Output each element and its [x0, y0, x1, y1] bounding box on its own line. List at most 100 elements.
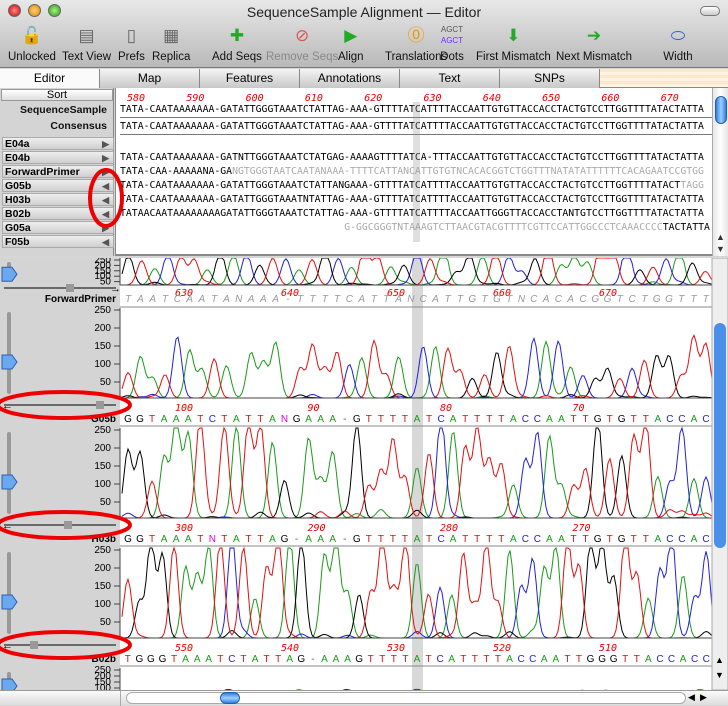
scroll-down-arrow[interactable]: ▼	[716, 244, 725, 254]
triangle-left-icon[interactable]: ◀	[102, 236, 109, 248]
slider-knob[interactable]	[2, 595, 17, 609]
scroll-left-arrow[interactable]: ◀	[688, 692, 695, 703]
track-2-base-call: G	[159, 654, 167, 665]
track-2-base-call: T	[564, 654, 570, 665]
window-title: SequenceSample Alignment — Editor	[0, 4, 728, 20]
track-2-base-call: G	[297, 654, 305, 665]
tab-text[interactable]: Text	[400, 69, 500, 88]
track-1-base-call: T	[607, 534, 613, 545]
unlocked-button[interactable]: 🔓Unlocked	[8, 24, 56, 63]
track-1-base-call: C	[437, 534, 444, 545]
track-1-base-call: C	[666, 534, 673, 545]
slider-knob[interactable]	[2, 267, 17, 281]
ruler-tick-label: 660	[601, 93, 619, 104]
primer-base-call: G	[591, 294, 599, 305]
toolbar-label: Translations	[385, 51, 447, 63]
ruler-tick-label: 520	[493, 643, 511, 654]
primer-base-call: A	[271, 294, 279, 305]
scroll-right-arrow[interactable]: ▶	[700, 692, 707, 703]
zoom-slider-knob[interactable]	[30, 641, 38, 649]
remove-seqs-button[interactable]: ⊘Remove Seqs	[266, 24, 338, 63]
toolbar-label: Add Seqs	[212, 51, 262, 63]
track-1-base-call: T	[426, 534, 432, 545]
ruler-tick-label: 80	[440, 403, 452, 414]
primer-base-call: T	[678, 294, 685, 305]
zoom-slider-knob[interactable]	[66, 284, 74, 292]
track-0-base-call: A	[546, 414, 553, 425]
unlocked-padlock-icon: 🔓	[20, 24, 44, 48]
scroll-thumb[interactable]	[714, 323, 726, 548]
add-seqs-button[interactable]: ✚Add Seqs	[212, 24, 262, 63]
y-tick-label: 100	[94, 599, 111, 610]
triangle-right-icon[interactable]: ▶	[102, 152, 109, 164]
track-2-base-call: A	[321, 654, 328, 665]
slider-knob[interactable]	[2, 679, 17, 690]
trace-scale-slider[interactable]	[7, 312, 11, 394]
track-0-base-call: N	[281, 414, 288, 425]
scroll-up-arrow[interactable]: ▲	[715, 655, 724, 665]
scroll-up-arrow[interactable]: ▲	[716, 232, 725, 242]
track-1-base-call: C	[522, 534, 529, 545]
sequence-text: TATA-CAATAAAAAAA-GATNTTGGGTAAATCTATGAG-A…	[120, 152, 704, 163]
ruler-tick-label: 70	[573, 403, 585, 414]
toolbar-label: Dots	[440, 51, 464, 63]
track-0-base-call: T	[402, 414, 408, 425]
aligned-sequence: G-GGCGGGTNTAAAGTCTTAACGTACGTTTTCGTTCCATT…	[344, 222, 728, 233]
track-1-base-call: T	[197, 534, 203, 545]
track-1-base-call: N	[209, 534, 216, 545]
tab-snps[interactable]: SNPs	[500, 69, 600, 88]
trace-scale-slider[interactable]	[7, 552, 11, 634]
tab-features[interactable]: Features	[200, 69, 300, 88]
track-1-base-call: C	[534, 534, 541, 545]
sequence-row-label[interactable]: F05b◀	[2, 235, 114, 248]
alignment-vertical-scrollbar[interactable]: ▲ ▼	[712, 88, 728, 256]
tab-map[interactable]: Map	[100, 69, 200, 88]
align-button[interactable]: ▶Align	[338, 24, 364, 63]
scroll-down-arrow[interactable]: ▼	[715, 670, 724, 680]
first-mismatch-button[interactable]: ⬇First Mismatch	[476, 24, 551, 63]
slider-knob[interactable]	[2, 355, 17, 369]
track-1-base-call: A	[450, 534, 457, 545]
horizontal-scrollbar[interactable]: ◀ ▶	[0, 690, 728, 705]
track-1-base-call: G	[136, 534, 144, 545]
y-tick-label: 250	[94, 545, 111, 556]
horizontal-scroll-thumb[interactable]	[220, 692, 240, 704]
ruler-tick-label: 540	[281, 643, 299, 654]
toolbar-label: Prefs	[118, 51, 145, 63]
next-mismatch-button[interactable]: ➔Next Mismatch	[556, 24, 632, 63]
sequence-row-label[interactable]: E04b▶	[2, 151, 114, 164]
track-0-base-call: T	[583, 414, 589, 425]
zoom-slider-knob[interactable]	[64, 521, 72, 529]
text-view-button[interactable]: ▤Text View	[62, 24, 111, 63]
sort-button[interactable]: Sort	[1, 89, 113, 101]
zoom-slider-knob[interactable]	[96, 401, 104, 409]
primer-base-call: T	[334, 294, 341, 305]
sequence-row-label[interactable]: E04a▶	[2, 137, 114, 150]
primer-base-call: A	[566, 294, 574, 305]
primer-base-call: T	[162, 294, 169, 305]
translations-button[interactable]: ⓪Translations	[385, 24, 447, 63]
track-2-base-call: T	[576, 654, 582, 665]
row-label-text: G05a	[5, 222, 31, 234]
tab-annotations[interactable]: Annotations	[300, 69, 400, 88]
prefs-button[interactable]: ▯Prefs	[118, 24, 145, 63]
width-button[interactable]: ⬭Width	[650, 24, 706, 63]
scroll-thumb[interactable]	[715, 96, 727, 124]
track-1-base-call: T	[486, 534, 492, 545]
tab-editor[interactable]: Editor	[0, 69, 100, 88]
track-2-base-call: T	[402, 654, 408, 665]
slider-knob[interactable]	[2, 475, 17, 489]
track-1-base-call: C	[702, 534, 709, 545]
replica-button[interactable]: ▦Replica	[152, 24, 190, 63]
primer-base-call: A	[357, 294, 365, 305]
trace-scale-slider[interactable]	[7, 432, 11, 514]
toolbar-toggle-button[interactable]	[700, 6, 720, 16]
ruler-tick-label: 530	[387, 643, 405, 654]
dots-button[interactable]: AGCTAGCTDots	[440, 24, 464, 63]
triangle-right-icon[interactable]: ▶	[102, 138, 109, 150]
track-2-base-call: T	[240, 654, 246, 665]
primer-base-call: G	[665, 294, 673, 305]
primer-base-call: N	[235, 294, 243, 305]
row-label-text: ForwardPrimer	[5, 166, 80, 178]
track-2-base-call: C	[656, 654, 663, 665]
